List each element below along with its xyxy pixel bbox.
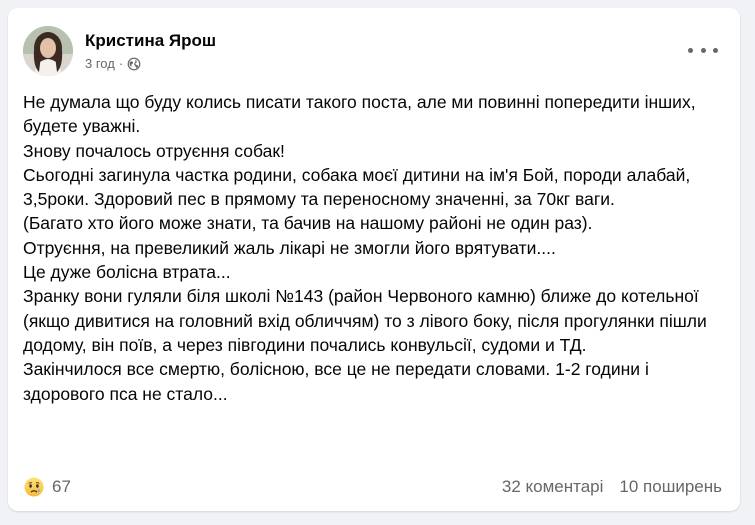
post-paragraph: Зранку вони гуляли біля школі №143 (райо… xyxy=(23,286,707,355)
post-paragraph: Це дуже болісна втрата... xyxy=(23,262,231,283)
avatar[interactable] xyxy=(23,26,73,76)
post-meta: Кристина Ярош 3 год · xyxy=(85,30,216,73)
comments-count-link[interactable]: 32 коментарі xyxy=(502,477,604,497)
post-footer: 67 32 коментарі 10 поширень xyxy=(23,476,722,498)
avatar-image xyxy=(23,26,73,76)
sad-reaction-icon xyxy=(23,476,45,498)
post-time[interactable]: 3 год xyxy=(85,55,115,73)
post-paragraph: Не думала що буду колись писати такого п… xyxy=(23,92,696,137)
post-header: Кристина Ярош 3 год · xyxy=(23,26,216,76)
post-paragraph: (Багато хто його може знати, та бачив на… xyxy=(23,213,593,234)
reaction-count: 67 xyxy=(52,477,71,496)
post-card: Кристина Ярош 3 год · Не думала що буду … xyxy=(8,8,740,511)
post-time-row: 3 год · xyxy=(85,55,216,73)
dot xyxy=(713,47,718,53)
post-paragraph: Закінчилося все смертю, болісною, все це… xyxy=(23,359,649,404)
time-separator: · xyxy=(118,55,124,71)
author-name[interactable]: Кристина Ярош xyxy=(85,30,216,52)
dot xyxy=(688,47,693,53)
more-options-icon[interactable] xyxy=(688,38,718,62)
engagement-stats: 32 коментарі 10 поширень xyxy=(502,477,722,497)
post-paragraph: Отруєння, на превеликий жаль лікарі не з… xyxy=(23,237,556,258)
post-text: Не думала що буду колись писати такого п… xyxy=(23,90,733,406)
post-paragraph: Знову почалось отруєння собак! xyxy=(23,140,285,161)
dot xyxy=(700,47,706,53)
post-paragraph: Сьогодні загинула частка родини, собака … xyxy=(23,164,691,210)
globe-icon xyxy=(127,57,141,71)
reactions-summary[interactable]: 67 xyxy=(23,476,71,498)
shares-count-link[interactable]: 10 поширень xyxy=(619,477,722,497)
